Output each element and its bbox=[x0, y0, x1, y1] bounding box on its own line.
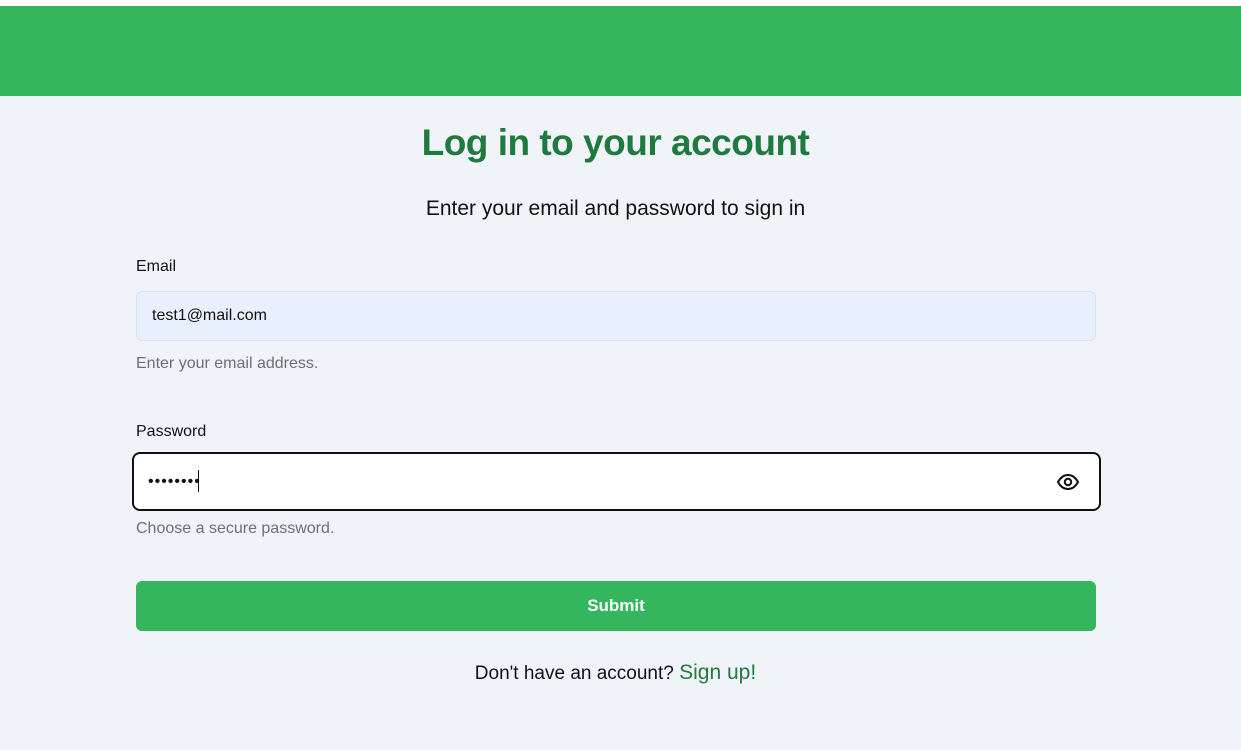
signup-prompt-row: Don't have an account? Sign up! bbox=[0, 661, 1231, 685]
email-help-text: Enter your email address. bbox=[136, 355, 319, 372]
email-field[interactable] bbox=[136, 291, 1096, 341]
password-field-wrapper bbox=[132, 452, 1101, 511]
page-subtitle: Enter your email and password to sign in bbox=[425, 197, 806, 220]
eye-icon bbox=[1057, 474, 1079, 490]
signup-link[interactable]: Sign up! bbox=[679, 661, 756, 684]
text-caret bbox=[198, 470, 199, 492]
header-bar bbox=[0, 6, 1241, 96]
password-label: Password bbox=[136, 423, 207, 440]
email-label: Email bbox=[136, 258, 177, 275]
submit-button[interactable]: Submit bbox=[136, 581, 1096, 631]
signup-prompt-text: Don't have an account? bbox=[474, 663, 680, 684]
page-title: Log in to your account bbox=[421, 122, 810, 163]
login-page: Log in to your account Enter your email … bbox=[0, 0, 1241, 750]
password-field[interactable] bbox=[148, 467, 1028, 497]
password-help-text: Choose a secure password. bbox=[136, 520, 335, 537]
show-password-toggle[interactable] bbox=[1055, 469, 1081, 495]
